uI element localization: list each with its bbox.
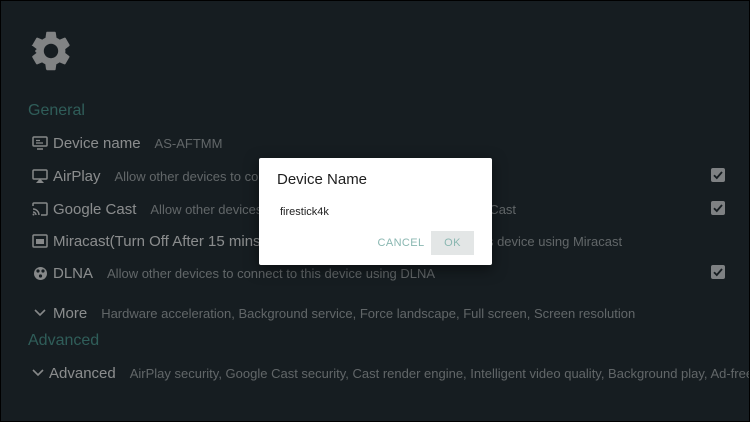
dialog-title: Device Name (277, 171, 368, 188)
ok-button[interactable]: OK (431, 231, 474, 255)
cancel-button[interactable]: CANCEL (372, 231, 430, 255)
device-name-dialog: Device Name firestick4k CANCEL OK (259, 158, 492, 265)
settings-screen: General Device name AS-AFTMM AirPlay All… (0, 0, 750, 422)
device-name-input[interactable]: firestick4k (280, 206, 329, 218)
